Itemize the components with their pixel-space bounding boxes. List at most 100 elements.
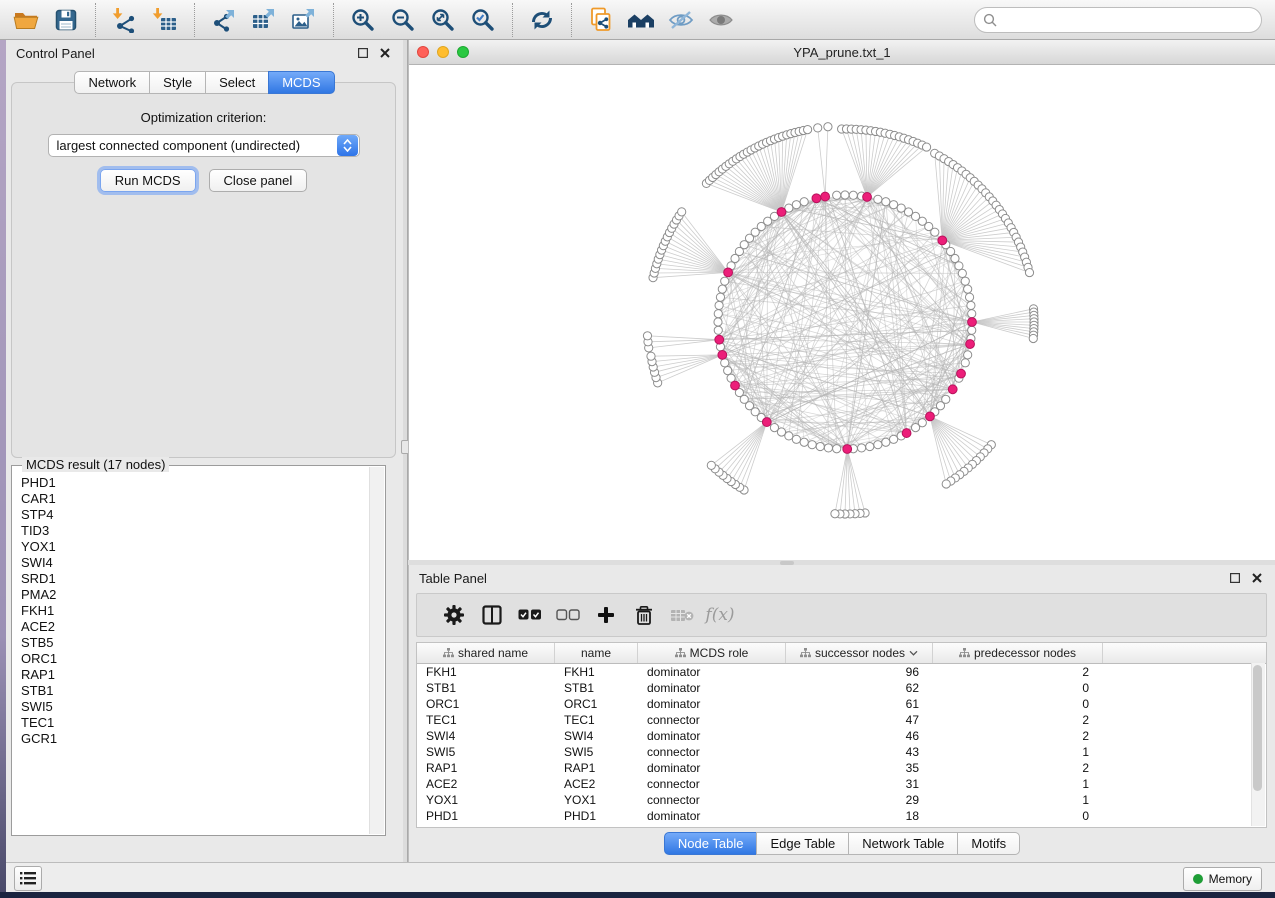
- table-cell: ACE2: [555, 777, 638, 791]
- refresh-button[interactable]: [524, 3, 560, 37]
- mcds-node-item[interactable]: SRD1: [21, 571, 369, 587]
- export-network-button[interactable]: [206, 3, 242, 37]
- column-header-name[interactable]: name: [555, 643, 638, 663]
- column-header-successor-nodes[interactable]: successor nodes: [786, 643, 933, 663]
- add-column-button[interactable]: [587, 600, 625, 630]
- list-icon: [20, 872, 36, 885]
- scrollbar-thumb[interactable]: [1253, 665, 1262, 791]
- mcds-node-item[interactable]: RAP1: [21, 667, 369, 683]
- select-all-icon: [518, 609, 542, 621]
- column-header-predecessor-nodes[interactable]: predecessor nodes: [933, 643, 1103, 663]
- network-view-canvas[interactable]: [409, 65, 1275, 560]
- export-table-button[interactable]: [246, 3, 282, 37]
- mcds-node-item[interactable]: PHD1: [21, 475, 369, 491]
- search-field[interactable]: [974, 7, 1262, 33]
- control-panel-title: Control Panel: [16, 46, 349, 61]
- columns-icon: [482, 605, 502, 625]
- mcds-node-item[interactable]: ORC1: [21, 651, 369, 667]
- deselect-all-rows-button[interactable]: [549, 600, 587, 630]
- float-panel-icon[interactable]: [355, 45, 371, 61]
- optimization-criterion-select[interactable]: largest connected component (undirected): [48, 134, 360, 157]
- table-cell: 47: [786, 713, 933, 727]
- zoom-out-button[interactable]: [385, 3, 421, 37]
- panel-menu-button[interactable]: [14, 866, 42, 891]
- show-columns-button[interactable]: [473, 600, 511, 630]
- table-row[interactable]: YOX1YOX1connector291: [417, 792, 1266, 808]
- table-cell: 96: [786, 665, 933, 679]
- table-row[interactable]: ACE2ACE2connector311: [417, 776, 1266, 792]
- mcds-result-scrollbar[interactable]: [369, 467, 384, 834]
- tab-motifs[interactable]: Motifs: [957, 832, 1020, 855]
- hide-selected-button[interactable]: [663, 3, 699, 37]
- mcds-node-item[interactable]: FKH1: [21, 603, 369, 619]
- mcds-node-item[interactable]: PMA2: [21, 587, 369, 603]
- table-cell: RAP1: [417, 761, 555, 775]
- tab-edge-table[interactable]: Edge Table: [756, 832, 849, 855]
- mcds-node-item[interactable]: GCR1: [21, 731, 369, 747]
- mcds-node-item[interactable]: TID3: [21, 523, 369, 539]
- import-network-button[interactable]: [107, 3, 143, 37]
- mcds-node-item[interactable]: YOX1: [21, 539, 369, 555]
- new-network-from-selection-button[interactable]: [583, 3, 619, 37]
- select-all-rows-button[interactable]: [511, 600, 549, 630]
- mcds-node-item[interactable]: ACE2: [21, 619, 369, 635]
- zoom-selected-button[interactable]: [465, 3, 501, 37]
- tab-network-table[interactable]: Network Table: [848, 832, 958, 855]
- table-cell: 62: [786, 681, 933, 695]
- table-row[interactable]: SWI4SWI4dominator462: [417, 728, 1266, 744]
- tab-style[interactable]: Style: [149, 71, 206, 94]
- network-window-titlebar[interactable]: YPA_prune.txt_1: [409, 40, 1275, 65]
- mcds-node-item[interactable]: STP4: [21, 507, 369, 523]
- table-row[interactable]: FKH1FKH1dominator962: [417, 664, 1266, 680]
- tab-mcds[interactable]: MCDS: [268, 71, 334, 94]
- column-header-shared-name[interactable]: shared name: [417, 643, 555, 663]
- table-cell: 18: [786, 809, 933, 823]
- export-image-button[interactable]: [286, 3, 322, 37]
- mcds-node-item[interactable]: SWI4: [21, 555, 369, 571]
- toolbar-separator: [512, 3, 513, 37]
- node-table-scrollbar[interactable]: [1251, 663, 1265, 826]
- zoom-in-button[interactable]: [345, 3, 381, 37]
- open-file-button[interactable]: [8, 3, 44, 37]
- table-settings-button[interactable]: [435, 600, 473, 630]
- mcds-node-item[interactable]: SWI5: [21, 699, 369, 715]
- table-toolbar: f(x): [416, 593, 1267, 637]
- first-neighbors-button[interactable]: [623, 3, 659, 37]
- table-row[interactable]: ORC1ORC1dominator610: [417, 696, 1266, 712]
- table-row[interactable]: TEC1TEC1connector472: [417, 712, 1266, 728]
- fit-content-icon: [430, 7, 456, 33]
- fit-content-button[interactable]: [425, 3, 461, 37]
- tab-node-table[interactable]: Node Table: [664, 832, 758, 855]
- table-row[interactable]: SWI5SWI5connector431: [417, 744, 1266, 760]
- close-panel-button[interactable]: Close panel: [209, 169, 308, 192]
- mcds-node-item[interactable]: TEC1: [21, 715, 369, 731]
- mcds-node-item[interactable]: STB5: [21, 635, 369, 651]
- tab-select[interactable]: Select: [205, 71, 269, 94]
- search-input[interactable]: [1003, 11, 1253, 28]
- control-panel-tabs: NetworkStyleSelectMCDS: [6, 71, 403, 94]
- import-table-button[interactable]: [147, 3, 183, 37]
- toolbar-separator: [95, 3, 96, 37]
- delete-column-button[interactable]: [625, 600, 663, 630]
- show-all-button[interactable]: [703, 3, 739, 37]
- apply-function-button[interactable]: f(x): [701, 600, 739, 630]
- plus-icon: [597, 606, 615, 624]
- close-panel-icon[interactable]: [377, 45, 393, 61]
- table-row[interactable]: STB1STB1dominator620: [417, 680, 1266, 696]
- table-cell: 35: [786, 761, 933, 775]
- memory-button[interactable]: Memory: [1183, 867, 1262, 891]
- float-panel-icon[interactable]: [1227, 570, 1243, 586]
- export-network-icon: [211, 7, 237, 33]
- run-mcds-button[interactable]: Run MCDS: [100, 169, 196, 192]
- close-panel-icon[interactable]: [1249, 570, 1265, 586]
- mcds-node-item[interactable]: STB1: [21, 683, 369, 699]
- save-session-button[interactable]: [48, 3, 84, 37]
- table-row[interactable]: PHD1PHD1dominator180: [417, 808, 1266, 824]
- mcds-result-list[interactable]: PHD1CAR1STP4TID3YOX1SWI4SRD1PMA2FKH1ACE2…: [13, 469, 369, 834]
- table-cell: TEC1: [417, 713, 555, 727]
- column-header-MCDS-role[interactable]: MCDS role: [638, 643, 786, 663]
- mcds-node-item[interactable]: CAR1: [21, 491, 369, 507]
- table-row[interactable]: RAP1RAP1dominator352: [417, 760, 1266, 776]
- tab-network[interactable]: Network: [74, 71, 150, 94]
- delete-table-button[interactable]: [663, 600, 701, 630]
